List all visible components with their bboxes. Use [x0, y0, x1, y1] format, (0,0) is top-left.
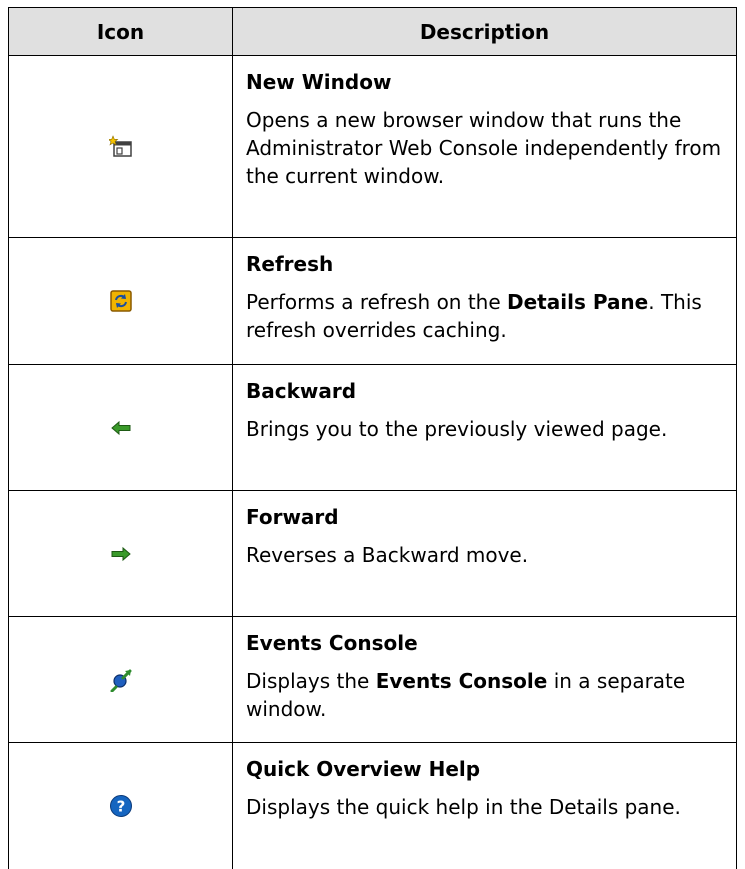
description-cell: Refresh Performs a refresh on the Detail…: [232, 237, 737, 365]
item-description: Opens a new browser window that runs the…: [246, 108, 722, 188]
refresh-icon: [109, 289, 133, 313]
icon-cell: [8, 364, 233, 491]
item-description: Reverses a Backward move.: [246, 543, 529, 567]
item-title: New Window: [246, 70, 392, 94]
item-description: Displays the Events Console in a separat…: [246, 667, 726, 723]
events-console-emphasis: Events Console: [375, 669, 548, 693]
help-question-icon: ?: [109, 794, 133, 818]
backward-arrow-icon: [109, 416, 133, 440]
item-title: Refresh: [246, 252, 334, 276]
item-description: Brings you to the previously viewed page…: [246, 417, 668, 441]
icon-cell: [8, 490, 233, 617]
icon-cell: ?: [8, 742, 233, 869]
table-row: Forward Reverses a Backward move.: [8, 490, 737, 617]
description-column-header: Description: [232, 7, 737, 56]
description-cell: Backward Brings you to the previously vi…: [232, 364, 737, 491]
table-header-row: Icon Description: [8, 7, 737, 56]
icon-cell: [8, 237, 233, 365]
table-row: Refresh Performs a refresh on the Detail…: [8, 237, 737, 365]
description-cell: Forward Reverses a Backward move.: [232, 490, 737, 617]
forward-arrow-icon: [109, 542, 133, 566]
icon-cell: [8, 616, 233, 743]
table-row: Events Console Displays the Events Conso…: [8, 616, 737, 743]
body-text: Displays the: [246, 669, 376, 693]
svg-text:?: ?: [116, 797, 125, 815]
new-window-icon: [108, 134, 133, 159]
description-cell: Quick Overview Help Displays the quick h…: [232, 742, 737, 869]
body-text: Performs a refresh on the: [246, 290, 508, 314]
table-row: Backward Brings you to the previously vi…: [8, 364, 737, 491]
icon-description-table: Icon Description New Window Opens a new …: [8, 7, 737, 869]
item-description: Performs a refresh on the Details Pane. …: [246, 288, 726, 344]
item-title: Events Console: [246, 631, 418, 655]
description-cell: New Window Opens a new browser window th…: [232, 55, 737, 238]
icon-cell: [8, 55, 233, 238]
table-row: New Window Opens a new browser window th…: [8, 55, 737, 238]
icon-column-header: Icon: [8, 7, 233, 56]
item-description: Displays the quick help in the Details p…: [246, 795, 681, 819]
description-cell: Events Console Displays the Events Conso…: [232, 616, 737, 743]
item-title: Backward: [246, 379, 357, 403]
item-title: Quick Overview Help: [246, 757, 481, 781]
item-title: Forward: [246, 505, 339, 529]
details-pane-emphasis: Details Pane: [507, 290, 649, 314]
events-console-icon: [109, 668, 133, 692]
table-row: ? Quick Overview Help Displays the quick…: [8, 742, 737, 869]
